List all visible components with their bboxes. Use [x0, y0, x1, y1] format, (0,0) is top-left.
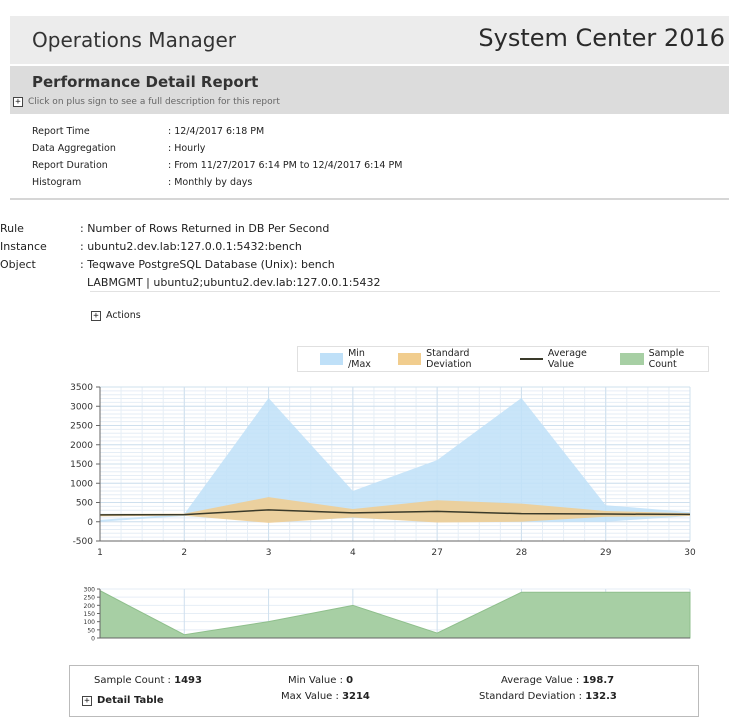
y-tick-label: 1000	[70, 479, 93, 489]
legend-item-average: Average Value	[519, 348, 609, 370]
x-tick-label: 29	[600, 548, 612, 558]
legend-label: Min /Max	[348, 348, 371, 370]
rule-key	[0, 276, 80, 294]
description-toggle[interactable]: + Click on plus sign to see a full descr…	[13, 97, 280, 107]
legend-label: Standard Deviation	[426, 348, 472, 370]
legend-item-stddev: Standard Deviation	[397, 348, 508, 370]
std-dev-stat: Standard Deviation : 132.3	[479, 691, 617, 702]
rule-value: : Number of Rows Returned in DB Per Seco…	[80, 222, 330, 235]
meta-key: Report Time	[32, 126, 90, 137]
report-metadata: Report Time : 12/4/2017 6:18 PM Data Aggr…	[32, 126, 402, 194]
rule-key: Instance	[0, 240, 47, 253]
y-tick-label: 0	[91, 636, 95, 643]
stat-label: Max Value :	[281, 691, 339, 702]
stat-value: 198.7	[582, 675, 615, 686]
rule-key: Rule	[0, 222, 24, 235]
rule-value: : Teqwave PostgreSQL Database (Unix): be…	[80, 258, 335, 271]
y-tick-label: 200	[84, 603, 96, 610]
sample-count-chart: 0 50100150200250300	[84, 587, 691, 643]
y-tick-label: 1500	[70, 460, 93, 470]
stat-value: 1493	[174, 675, 202, 686]
y-tick-label: 100	[84, 619, 96, 626]
app-title: Operations Manager	[32, 28, 236, 52]
meta-value: : 12/4/2017 6:18 PM	[168, 126, 265, 137]
summary-box: Sample Count : 1493 Min Value : 0 Averag…	[69, 665, 699, 717]
rule-key: Object	[0, 258, 36, 271]
sample-count-area	[99, 589, 691, 639]
meta-row: Data Aggregation : Hourly	[32, 143, 402, 160]
y-tick-label: 0	[87, 518, 93, 528]
sample-swatch	[620, 353, 644, 365]
x-tick-label: 27	[431, 548, 442, 558]
chart-legend: Min /Max Standard Deviation Average Valu…	[297, 346, 709, 372]
meta-value: : From 11/27/2017 6:14 PM to 12/4/2017 6…	[168, 160, 403, 171]
y-tick-label: 2000	[70, 441, 93, 451]
x-tick-label: 4	[350, 548, 356, 558]
legend-label: Average Value	[547, 348, 587, 370]
report-title: Performance Detail Report	[32, 73, 259, 91]
x-tick-label: 3	[266, 548, 272, 558]
rule-info: Rule : Number of Rows Returned in DB Per …	[0, 222, 381, 294]
meta-value: : Monthly by days	[168, 177, 253, 188]
min-value-stat: Min Value : 0	[288, 675, 353, 686]
detail-table-toggle[interactable]: + Detail Table	[82, 695, 164, 706]
average-swatch	[519, 358, 543, 360]
meta-key: Report Duration	[32, 160, 108, 171]
x-tick-label: 30	[684, 548, 696, 558]
stat-label: Min Value :	[288, 675, 343, 686]
minmax-swatch	[320, 353, 344, 365]
report-header: Performance Detail Report + Click on plu…	[10, 66, 729, 114]
stat-value: 132.3	[585, 691, 617, 702]
y-tick-label: 3500	[70, 383, 93, 393]
legend-item-sample: Sample Count	[620, 348, 708, 370]
stat-label: Standard Deviation :	[479, 691, 583, 702]
y-tick-label: 3000	[70, 402, 93, 412]
rule-value: : ubuntu2.dev.lab:127.0.0.1:5432:bench	[80, 240, 302, 253]
legend-label: Sample Count	[648, 348, 685, 370]
expand-plus-icon[interactable]: +	[91, 310, 101, 321]
object-row: Object : Teqwave PostgreSQL Database (Uni…	[0, 258, 381, 276]
meta-row: Histogram : Monthly by days	[32, 177, 402, 194]
legend-item-minmax: Min /Max	[320, 348, 386, 370]
average-value-stat: Average Value : 198.7	[501, 675, 614, 686]
y-tick-label: -500	[73, 537, 94, 547]
meta-row: Report Time : 12/4/2017 6:18 PM	[32, 126, 402, 143]
y-tick-label: 150	[84, 611, 96, 618]
expand-plus-icon[interactable]: +	[13, 97, 23, 107]
meta-key: Histogram	[32, 177, 82, 188]
y-tick-label: 500	[76, 499, 93, 509]
x-tick-label: 2	[181, 548, 187, 558]
x-tick-label: 1	[97, 548, 103, 558]
divider	[90, 291, 720, 292]
stddev-swatch	[397, 353, 422, 365]
stat-label: Average Value :	[501, 675, 580, 686]
title-bar: Operations Manager System Center 2016	[10, 16, 729, 64]
product-name: System Center 2016	[478, 24, 725, 52]
instance-row: Instance : ubuntu2.dev.lab:127.0.0.1:5432…	[0, 240, 381, 258]
y-tick-label: 2500	[70, 422, 93, 432]
y-tick-label: 300	[84, 587, 96, 594]
actions-label: Actions	[106, 310, 141, 321]
divider	[10, 198, 729, 200]
sample-count-stat: Sample Count : 1493	[94, 675, 202, 686]
stat-value: 0	[346, 675, 354, 686]
expand-plus-icon[interactable]: +	[82, 695, 92, 706]
description-hint: Click on plus sign to see a full descrip…	[28, 97, 280, 107]
actions-toggle[interactable]: + Actions	[91, 310, 141, 321]
meta-value: : Hourly	[168, 143, 206, 154]
max-value-stat: Max Value : 3214	[281, 691, 370, 702]
rule-row: Rule : Number of Rows Returned in DB Per …	[0, 222, 381, 240]
performance-chart: -500 0 500 1000 1500 2000 2500 3000 3500 1 2 3 4 27 28…	[70, 383, 696, 558]
stat-label: Sample Count :	[94, 675, 171, 686]
stat-value: 3214	[342, 691, 370, 702]
x-tick-label: 28	[516, 548, 528, 558]
meta-key: Data Aggregation	[32, 143, 116, 154]
y-tick-label: 50	[87, 627, 95, 634]
meta-row: Report Duration : From 11/27/2017 6:14 PM…	[32, 160, 402, 177]
detail-table-label: Detail Table	[97, 695, 164, 706]
y-tick-label: 250	[84, 595, 96, 602]
